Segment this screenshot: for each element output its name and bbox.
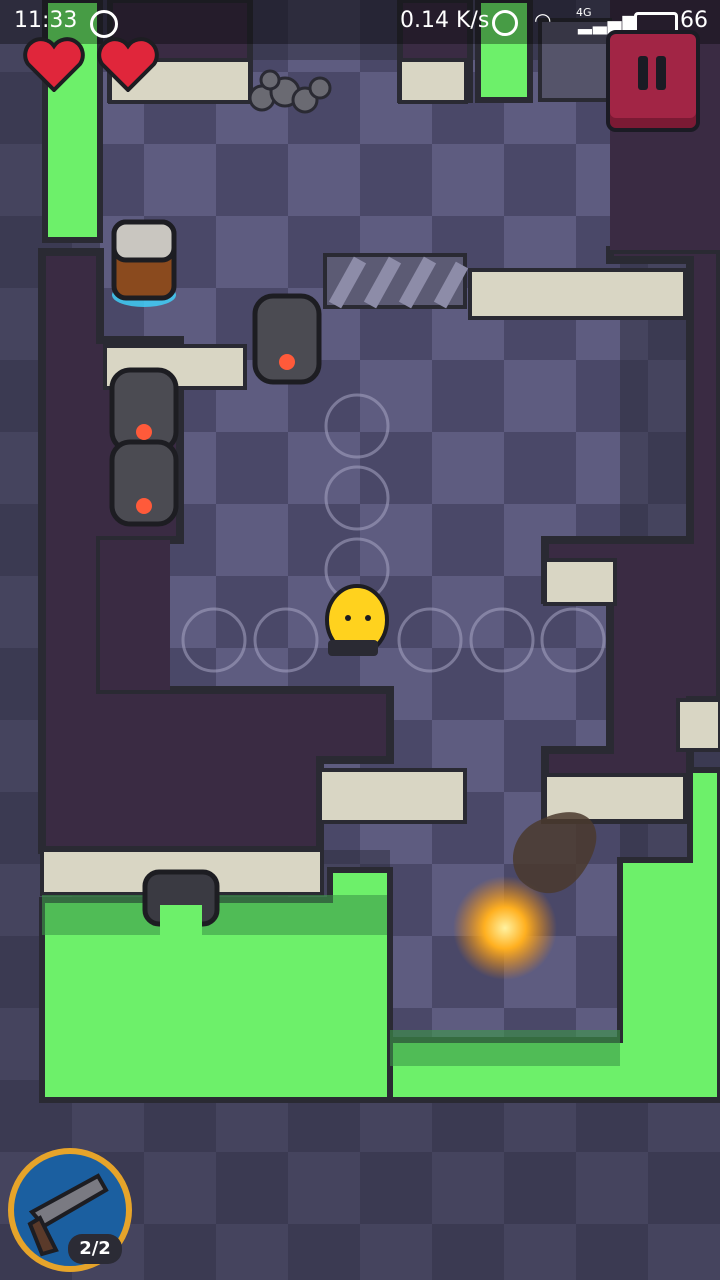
- heart-icon: [97, 37, 159, 92]
- status-time: 11:33: [14, 8, 78, 33]
- game-scene: [0, 0, 720, 1280]
- player-character: [325, 584, 389, 656]
- ammo-counter: 2/2: [68, 1234, 122, 1264]
- sync-icon: [90, 10, 118, 38]
- alarm-icon: [492, 10, 518, 36]
- wifi-icon: ◠: [534, 8, 552, 32]
- pause-button[interactable]: [606, 30, 700, 132]
- heart-icon: [23, 37, 85, 92]
- pause-icon: [638, 56, 648, 90]
- network-speed: 0.14 K/s: [400, 8, 490, 33]
- battery-pickup: [111, 219, 177, 307]
